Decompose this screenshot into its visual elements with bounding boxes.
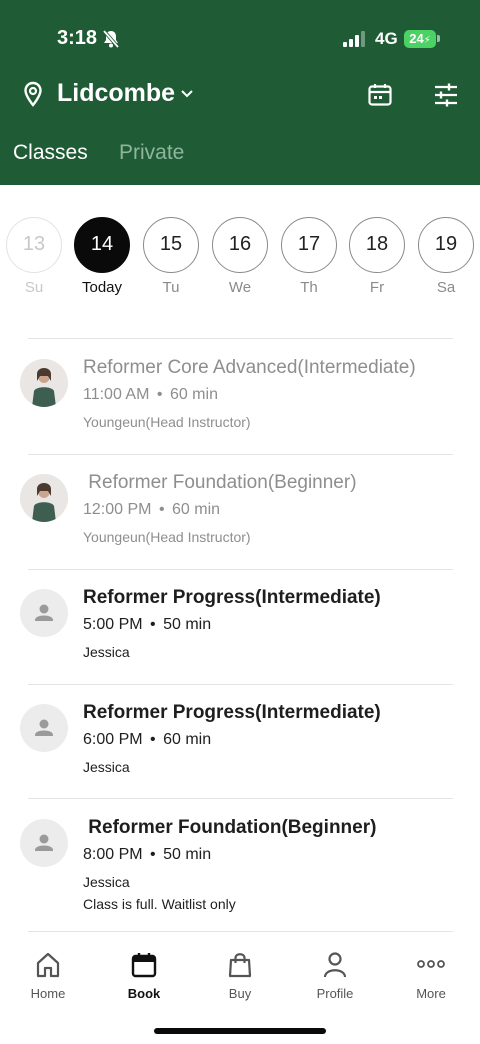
- nav-label: Book: [127, 986, 161, 1001]
- class-start-time: 6:00 PM: [83, 731, 143, 748]
- instructor-avatar: [20, 589, 68, 637]
- day-number: 13: [6, 217, 62, 273]
- class-duration: 60 min: [172, 501, 221, 518]
- battery-icon: 24⚡: [404, 30, 436, 48]
- class-duration: 60 min: [169, 386, 218, 403]
- class-duration: 50 min: [163, 846, 212, 863]
- day-label: Tu: [162, 279, 180, 296]
- tab-classes[interactable]: Classes: [13, 141, 88, 165]
- day-friday[interactable]: 18 Fr: [349, 217, 405, 296]
- class-instructor: Jessica: [83, 759, 130, 775]
- class-title: Reformer Foundation(Beginner): [83, 472, 357, 493]
- day-number: 15: [143, 217, 199, 273]
- day-number: 17: [281, 217, 337, 273]
- day-label: Th: [300, 279, 318, 296]
- day-saturday[interactable]: 19 Sa: [418, 217, 474, 296]
- location-pin-icon[interactable]: [20, 81, 46, 107]
- class-title: Reformer Progress(Intermediate): [83, 702, 381, 723]
- bell-muted-icon: [102, 29, 120, 49]
- class-start-time: 8:00 PM: [83, 846, 143, 863]
- nav-buy[interactable]: Buy: [202, 950, 278, 1001]
- tab-private[interactable]: Private: [119, 141, 184, 165]
- more-dots-icon: [417, 960, 445, 968]
- day-label: Today: [81, 279, 123, 296]
- person-placeholder-icon: [35, 719, 53, 736]
- day-tuesday[interactable]: 15 Tu: [143, 217, 199, 296]
- instructor-photo: [20, 474, 68, 522]
- calendar-icon: [131, 953, 157, 978]
- class-time: 5:00 PM • 50 min: [83, 616, 212, 633]
- app-header: 3:18 4G 24⚡ Lidcombe Classes Private: [0, 0, 480, 185]
- home-icon: [36, 952, 60, 978]
- nav-book[interactable]: Book: [106, 950, 182, 1001]
- class-time: 6:00 PM • 60 min: [83, 731, 212, 748]
- day-today[interactable]: 14 Today: [74, 217, 130, 296]
- class-card[interactable]: Reformer Foundation(Beginner) 8:00 PM • …: [0, 799, 480, 931]
- day-label: Fr: [369, 279, 385, 296]
- class-duration: 50 min: [163, 616, 212, 633]
- class-instructor: Youngeun(Head Instructor): [83, 414, 251, 430]
- day-number: 19: [418, 217, 474, 273]
- battery-cap: [437, 35, 440, 42]
- calendar-icon[interactable]: [367, 82, 393, 108]
- class-title: Reformer Foundation(Beginner): [83, 817, 377, 838]
- class-card[interactable]: Reformer Progress(Intermediate) 5:00 PM …: [0, 569, 480, 684]
- class-instructor: Youngeun(Head Instructor): [83, 529, 251, 545]
- battery-level: 24: [409, 31, 424, 46]
- class-start-time: 5:00 PM: [83, 616, 143, 633]
- day-number: 14: [74, 217, 130, 273]
- chevron-down-icon[interactable]: [180, 87, 194, 101]
- nav-profile[interactable]: Profile: [297, 950, 373, 1001]
- day-label: Su: [24, 279, 44, 296]
- class-instructor: Jessica: [83, 644, 130, 660]
- instructor-avatar: [20, 474, 68, 522]
- instructor-avatar: [20, 704, 68, 752]
- day-label: Sa: [436, 279, 456, 296]
- class-card[interactable]: Reformer Progress(Intermediate) 6:00 PM …: [0, 684, 480, 799]
- class-time: 12:00 PM • 60 min: [83, 501, 221, 518]
- status-time: 3:18: [57, 27, 98, 49]
- nav-label: Home: [30, 986, 66, 1001]
- home-indicator[interactable]: [154, 1028, 326, 1034]
- nav-home[interactable]: Home: [10, 950, 86, 1001]
- class-time: 11:00 AM • 60 min: [83, 386, 218, 403]
- day-number: 16: [212, 217, 268, 273]
- day-label: We: [228, 279, 252, 296]
- class-start-time: 11:00 AM: [83, 386, 150, 403]
- class-title: Reformer Progress(Intermediate): [83, 587, 381, 608]
- location-selector[interactable]: Lidcombe: [57, 79, 175, 108]
- day-wednesday[interactable]: 16 We: [212, 217, 268, 296]
- class-duration: 60 min: [163, 731, 212, 748]
- day-thursday[interactable]: 17 Th: [281, 217, 337, 296]
- signal-icon: [343, 31, 365, 47]
- class-card[interactable]: Reformer Foundation(Beginner) 12:00 PM •…: [0, 454, 480, 569]
- class-time: 8:00 PM • 50 min: [83, 846, 212, 863]
- day-number: 18: [349, 217, 405, 273]
- nav-more[interactable]: More: [393, 950, 469, 1001]
- person-icon: [323, 952, 347, 978]
- class-card[interactable]: Reformer Core Advanced(Intermediate) 11:…: [0, 339, 480, 454]
- waitlist-note: Class is full. Waitlist only: [83, 896, 236, 912]
- day-sunday[interactable]: 13 Su: [6, 217, 62, 296]
- instructor-photo: [20, 359, 68, 407]
- network-type: 4G: [375, 29, 398, 48]
- instructor-avatar: [20, 359, 68, 407]
- class-start-time: 12:00 PM: [83, 501, 152, 518]
- instructor-avatar: [20, 819, 68, 867]
- person-placeholder-icon: [35, 604, 53, 621]
- class-instructor: Jessica: [83, 874, 130, 890]
- nav-label: More: [416, 986, 446, 1001]
- nav-label: Buy: [228, 986, 252, 1001]
- nav-label: Profile: [316, 986, 354, 1001]
- filter-sliders-icon[interactable]: [432, 81, 460, 109]
- shopping-bag-icon: [228, 953, 252, 978]
- person-placeholder-icon: [35, 834, 53, 851]
- class-title: Reformer Core Advanced(Intermediate): [83, 357, 416, 378]
